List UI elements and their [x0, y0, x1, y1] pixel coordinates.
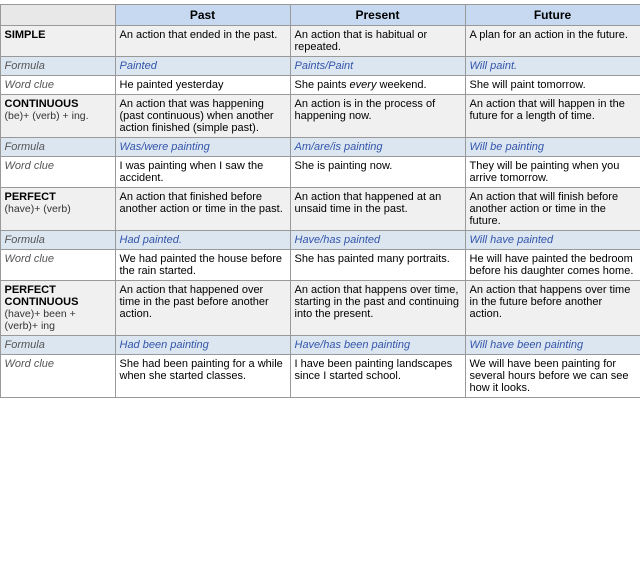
formula-present-perfect-continuous: Have/has been painting: [290, 336, 465, 355]
section-label-continuous: CONTINUOUS(be)+ (verb) + ing.: [0, 95, 115, 138]
formula-label-perfect: Formula: [0, 231, 115, 250]
wordclue-label-perfect: Word clue: [0, 250, 115, 281]
section-label-simple: SIMPLE: [0, 26, 115, 57]
header-past: Past: [115, 5, 290, 26]
formula-past-continuous: Was/were painting: [115, 138, 290, 157]
formula-label-simple: Formula: [0, 57, 115, 76]
formula-present-continuous: Am/are/is painting: [290, 138, 465, 157]
def-present-perfect-continuous: An action that happens over time, starti…: [290, 281, 465, 336]
def-past-simple: An action that ended in the past.: [115, 26, 290, 57]
formula-past-perfect-continuous: Had been painting: [115, 336, 290, 355]
def-past-perfect-continuous: An action that happened over time in the…: [115, 281, 290, 336]
formula-past-perfect: Had painted.: [115, 231, 290, 250]
header-label: [0, 5, 115, 26]
wordclue-label-continuous: Word clue: [0, 157, 115, 188]
wordclue-past-continuous: I was painting when I saw the accident.: [115, 157, 290, 188]
section-label-perfect: PERFECT(have)+ (verb): [0, 188, 115, 231]
def-present-continuous: An action is in the process of happening…: [290, 95, 465, 138]
def-future-perfect-continuous: An action that happens over time in the …: [465, 281, 640, 336]
wordclue-future-perfect: He will have painted the bedroom before …: [465, 250, 640, 281]
wordclue-past-perfect: We had painted the house before the rain…: [115, 250, 290, 281]
formula-future-perfect: Will have painted: [465, 231, 640, 250]
formula-past-simple: Painted: [115, 57, 290, 76]
wordclue-future-perfect-continuous: We will have been painting for several h…: [465, 355, 640, 398]
def-future-continuous: An action that will happen in the future…: [465, 95, 640, 138]
def-present-simple: An action that is habitual or repeated.: [290, 26, 465, 57]
wordclue-past-perfect-continuous: She had been painting for a while when s…: [115, 355, 290, 398]
def-past-continuous: An action that was happening (past conti…: [115, 95, 290, 138]
formula-future-continuous: Will be painting: [465, 138, 640, 157]
wordclue-label-simple: Word clue: [0, 76, 115, 95]
wordclue-future-continuous: They will be painting when you arrive to…: [465, 157, 640, 188]
formula-present-simple: Paints/Paint: [290, 57, 465, 76]
wordclue-label-perfect-continuous: Word clue: [0, 355, 115, 398]
formula-present-perfect: Have/has painted: [290, 231, 465, 250]
wordclue-future-simple: She will paint tomorrow.: [465, 76, 640, 95]
wordclue-present-perfect: She has painted many portraits.: [290, 250, 465, 281]
formula-label-continuous: Formula: [0, 138, 115, 157]
def-past-perfect: An action that finished before another a…: [115, 188, 290, 231]
formula-label-perfect-continuous: Formula: [0, 336, 115, 355]
wordclue-present-continuous: She is painting now.: [290, 157, 465, 188]
wordclue-present-perfect-continuous: I have been painting landscapes since I …: [290, 355, 465, 398]
def-future-simple: A plan for an action in the future.: [465, 26, 640, 57]
header-future: Future: [465, 5, 640, 26]
section-label-perfect-continuous: PERFECT CONTINUOUS(have)+ been + (verb)+…: [0, 281, 115, 336]
header-present: Present: [290, 5, 465, 26]
formula-future-simple: Will paint.: [465, 57, 640, 76]
wordclue-present-simple: She paints every weekend.: [290, 76, 465, 95]
wordclue-past-simple: He painted yesterday: [115, 76, 290, 95]
def-present-perfect: An action that happened at an unsaid tim…: [290, 188, 465, 231]
def-future-perfect: An action that will finish before anothe…: [465, 188, 640, 231]
formula-future-perfect-continuous: Will have been painting: [465, 336, 640, 355]
